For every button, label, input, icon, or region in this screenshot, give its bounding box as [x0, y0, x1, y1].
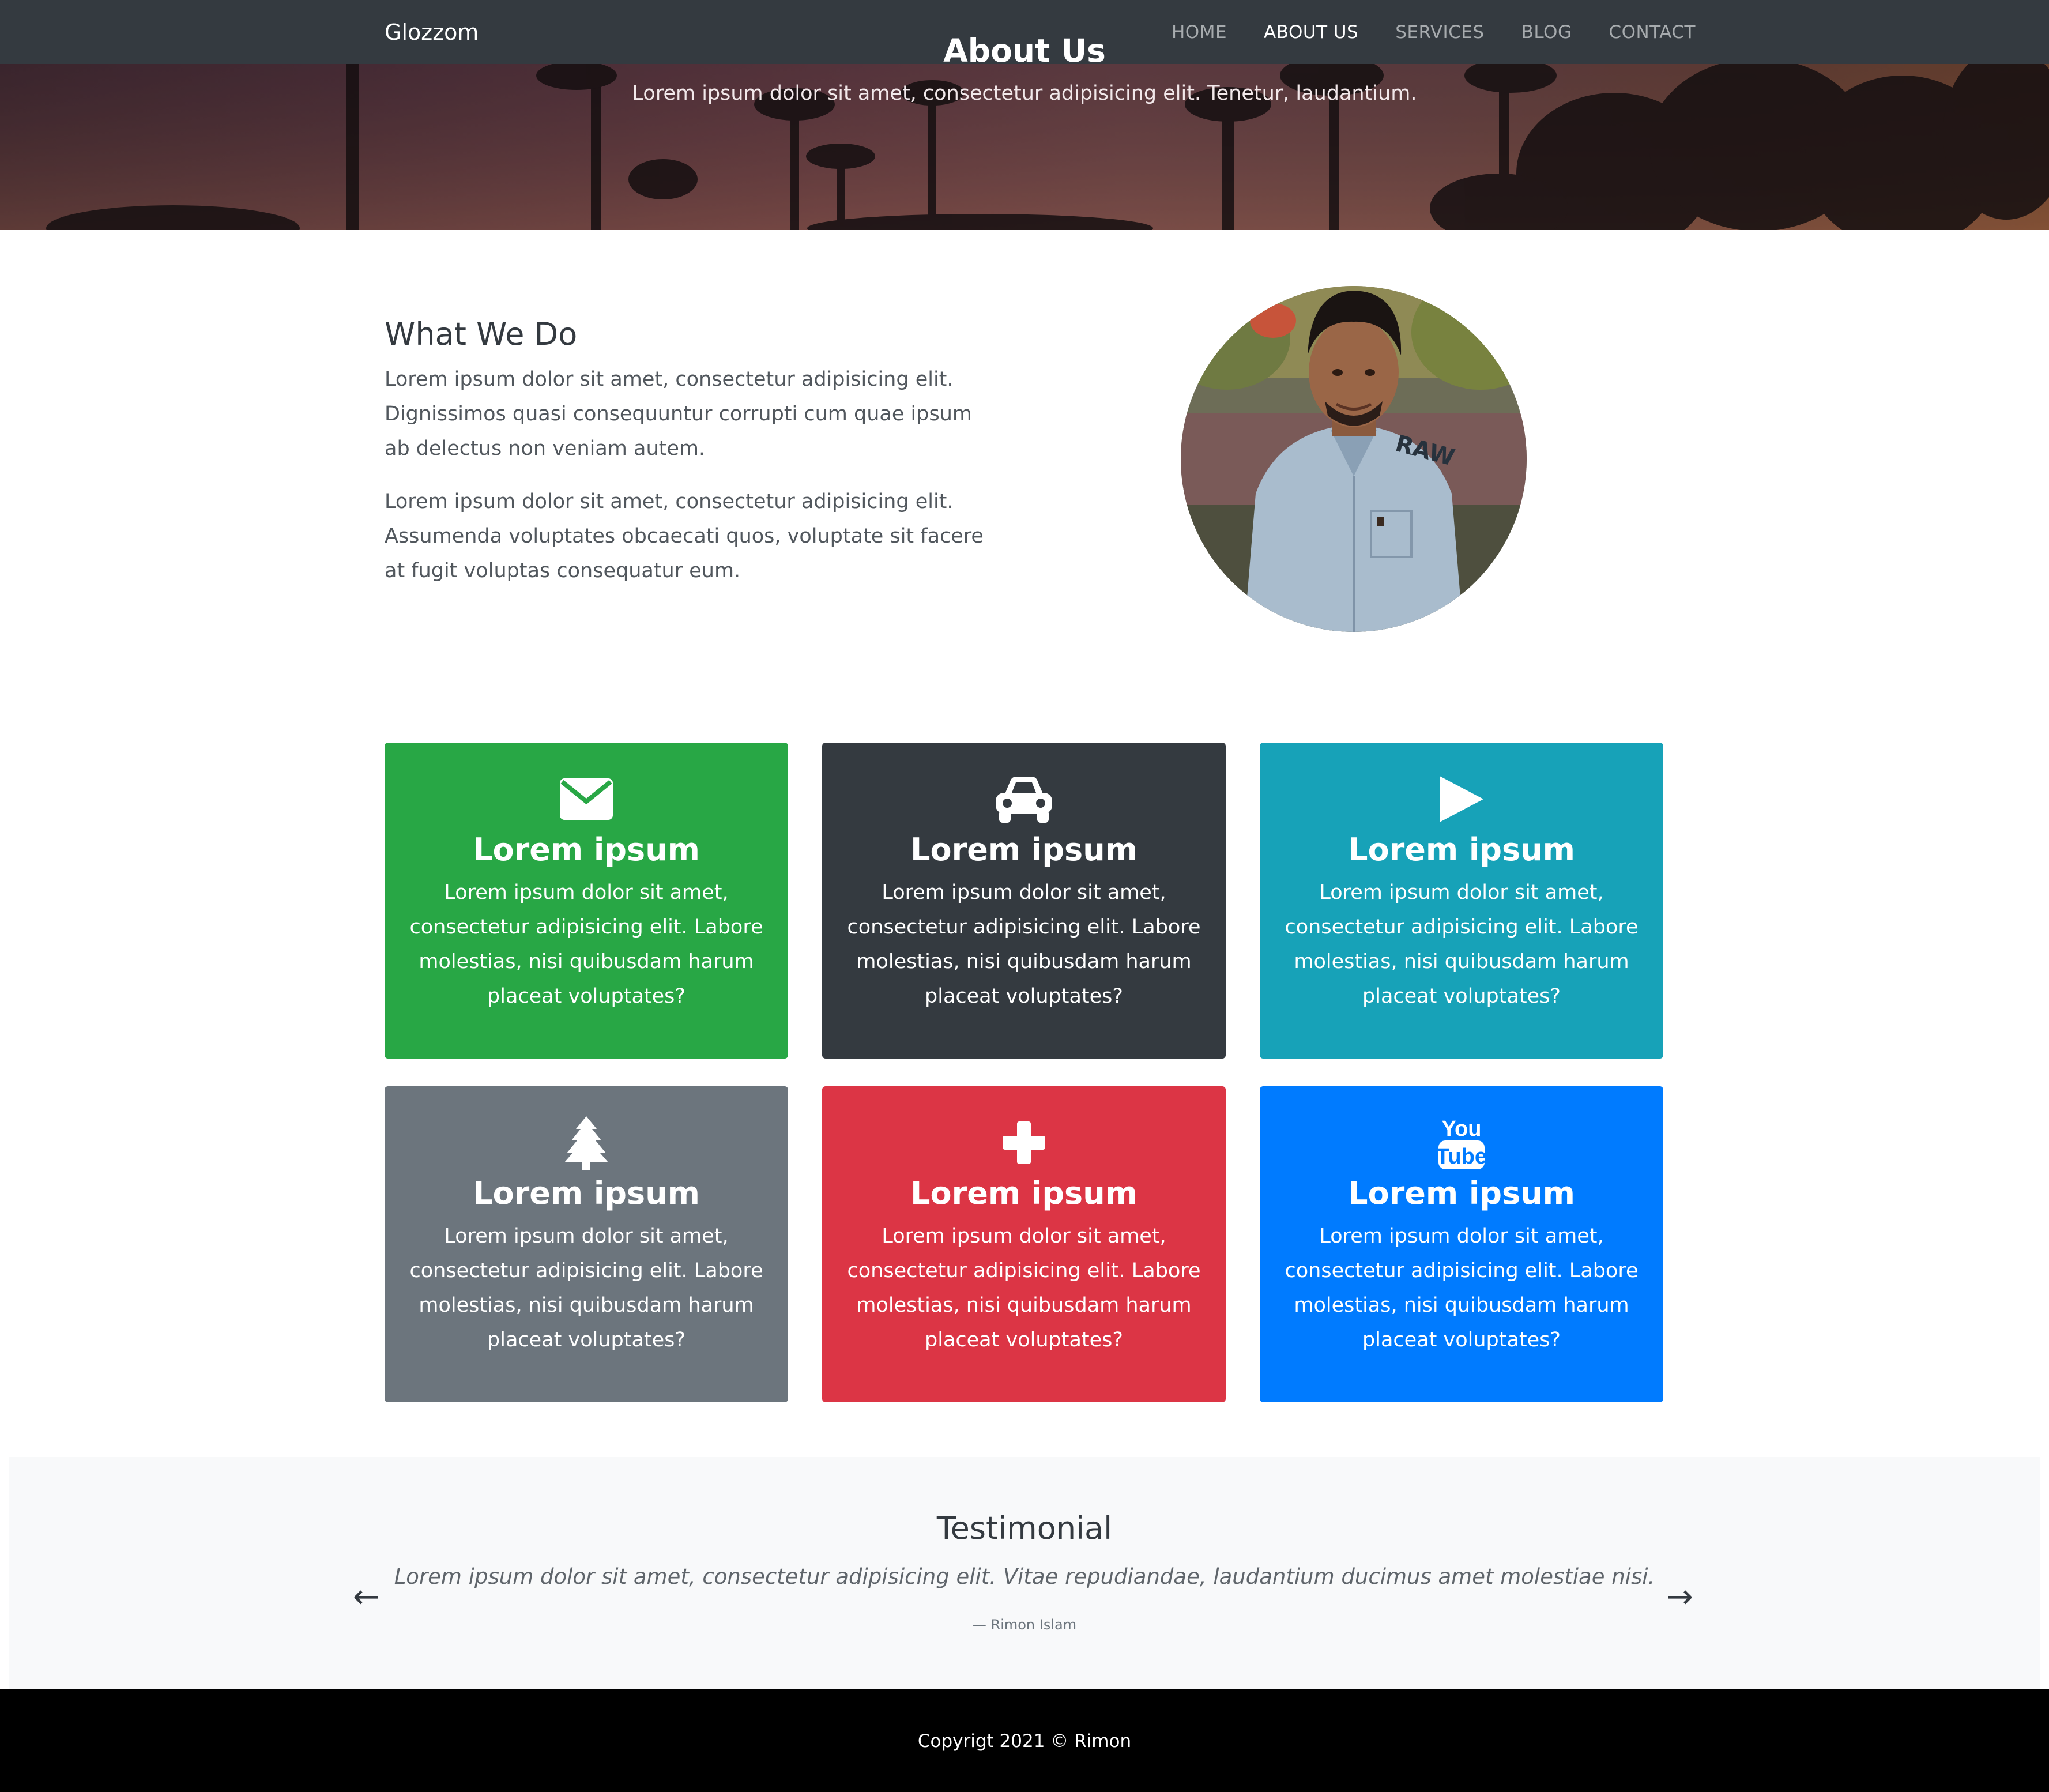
- copyright-text: Copyrigt 2021 © Rimon: [917, 1731, 1132, 1752]
- card-text: Lorem ipsum dolor sit amet, consectetur …: [847, 1225, 1201, 1351]
- plus-icon: [822, 1115, 1226, 1170]
- card-title: Lorem ipsum: [473, 831, 700, 868]
- card-text: Lorem ipsum dolor sit amet, consectetur …: [409, 881, 763, 1008]
- feature-card: Lorem ipsum Lorem ipsum dolor sit amet, …: [1260, 743, 1663, 1059]
- card-text: Lorem ipsum dolor sit amet, consectetur …: [409, 1225, 763, 1351]
- card-text: Lorem ipsum dolor sit amet, consectetur …: [1285, 1225, 1639, 1351]
- car-icon: [822, 771, 1226, 827]
- card-text: Lorem ipsum dolor sit amet, consectetur …: [847, 881, 1201, 1008]
- youtube-icon-text-top: You: [1442, 1117, 1482, 1141]
- testimonial-quote: Lorem ipsum dolor sit amet, consectetur …: [394, 1564, 1655, 1589]
- page-title: About Us: [943, 32, 1106, 69]
- card-title: Lorem ipsum: [1348, 1175, 1575, 1211]
- profile-photo: RAW: [1181, 286, 1527, 632]
- card-text: Lorem ipsum dolor sit amet, consectetur …: [1285, 881, 1639, 1008]
- card-title: Lorem ipsum: [910, 1175, 1138, 1211]
- card-title: Lorem ipsum: [910, 831, 1138, 868]
- youtube-icon-text-bottom: Tube: [1437, 1145, 1486, 1169]
- card-title: Lorem ipsum: [1348, 831, 1575, 868]
- feature-card: Lorem ipsum Lorem ipsum dolor sit amet, …: [385, 743, 788, 1059]
- card-title: Lorem ipsum: [473, 1175, 700, 1211]
- carousel-next-arrow-icon[interactable]: →: [1666, 1581, 1693, 1613]
- testimonial-author: — Rimon Islam: [972, 1617, 1077, 1633]
- feature-card: Lorem ipsum Lorem ipsum dolor sit amet, …: [822, 1086, 1226, 1402]
- envelope-icon: [385, 771, 788, 827]
- feature-card: Lorem ipsum Lorem ipsum dolor sit amet, …: [385, 1086, 788, 1402]
- testimonial-heading: Testimonial: [936, 1510, 1113, 1546]
- about-paragraph-1: Lorem ipsum dolor sit amet, consectetur …: [385, 368, 972, 460]
- section-heading-what-we-do: What We Do: [385, 316, 578, 352]
- page-subtitle: Lorem ipsum dolor sit amet, consectetur …: [632, 82, 1417, 105]
- youtube-icon: You Tube: [1260, 1115, 1663, 1170]
- carousel-prev-arrow-icon[interactable]: ←: [353, 1581, 380, 1613]
- about-paragraph-2: Lorem ipsum dolor sit amet, consectetur …: [385, 490, 984, 582]
- feature-card: Lorem ipsum Lorem ipsum dolor sit amet, …: [822, 743, 1226, 1059]
- play-icon: [1260, 771, 1663, 827]
- tree-icon: [385, 1115, 788, 1170]
- feature-card: You Tube Lorem ipsum Lorem ipsum dolor s…: [1260, 1086, 1663, 1402]
